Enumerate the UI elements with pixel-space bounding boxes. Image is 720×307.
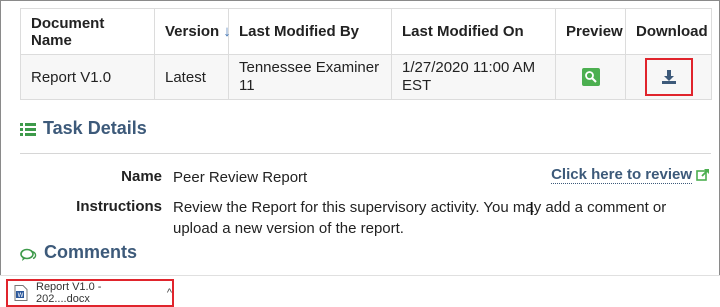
instructions-value: Review the Report for this supervisory a… xyxy=(173,199,667,237)
column-header-last-modified-by[interactable]: Last Modified By xyxy=(228,8,392,55)
download-button[interactable] xyxy=(644,58,693,96)
download-bar: W Report V1.0 - 202....docx ^ xyxy=(0,275,720,307)
preview-button[interactable] xyxy=(581,68,600,87)
instructions-label: Instructions xyxy=(76,198,162,215)
task-details-heading: Task Details xyxy=(20,118,147,139)
review-link-label: Click here to review xyxy=(551,166,692,184)
documents-table: Document Name Version ↓ Last Modified By … xyxy=(20,8,712,100)
modified-on-cell: 1/27/2020 11:00 AM EST xyxy=(391,54,556,100)
column-header-last-modified-on[interactable]: Last Modified On xyxy=(391,8,556,55)
divider xyxy=(20,153,711,154)
download-icon xyxy=(661,70,676,84)
modified-by-cell: Tennessee Examiner 11 xyxy=(228,54,392,100)
download-cell xyxy=(625,54,712,100)
comments-icon xyxy=(20,246,37,261)
column-header-download: Download xyxy=(625,8,712,55)
downloaded-file-item[interactable]: W Report V1.0 - 202....docx ^ xyxy=(6,279,174,307)
version-header-label: Version xyxy=(165,23,220,40)
list-icon xyxy=(20,122,36,136)
name-value: Peer Review Report xyxy=(173,169,308,186)
name-label: Name xyxy=(121,168,162,185)
document-name-cell: Report V1.0 xyxy=(20,54,155,100)
magnifier-icon xyxy=(584,71,597,83)
column-header-preview: Preview xyxy=(555,8,626,55)
sort-down-icon: ↓ xyxy=(223,23,231,40)
comments-title: Comments xyxy=(44,242,138,262)
external-link-icon xyxy=(696,168,710,181)
table-header-row: Document Name Version ↓ Last Modified By … xyxy=(20,8,712,55)
task-details-title: Task Details xyxy=(43,118,147,138)
preview-cell xyxy=(555,54,626,100)
table-row: Report V1.0 Latest Tennessee Examiner 11… xyxy=(20,54,712,100)
column-header-version[interactable]: Version ↓ xyxy=(154,8,231,55)
word-document-icon: W xyxy=(14,285,28,301)
downloaded-file-name: Report V1.0 - 202....docx xyxy=(36,281,102,305)
review-link[interactable]: Click here to review xyxy=(551,166,710,184)
text-cursor-icon: I xyxy=(529,199,535,220)
svg-text:W: W xyxy=(18,292,24,299)
comments-heading: Comments xyxy=(20,242,137,263)
column-header-document-name[interactable]: Document Name xyxy=(20,8,155,55)
version-cell: Latest xyxy=(154,54,229,100)
chevron-up-icon[interactable]: ^ xyxy=(167,287,172,299)
